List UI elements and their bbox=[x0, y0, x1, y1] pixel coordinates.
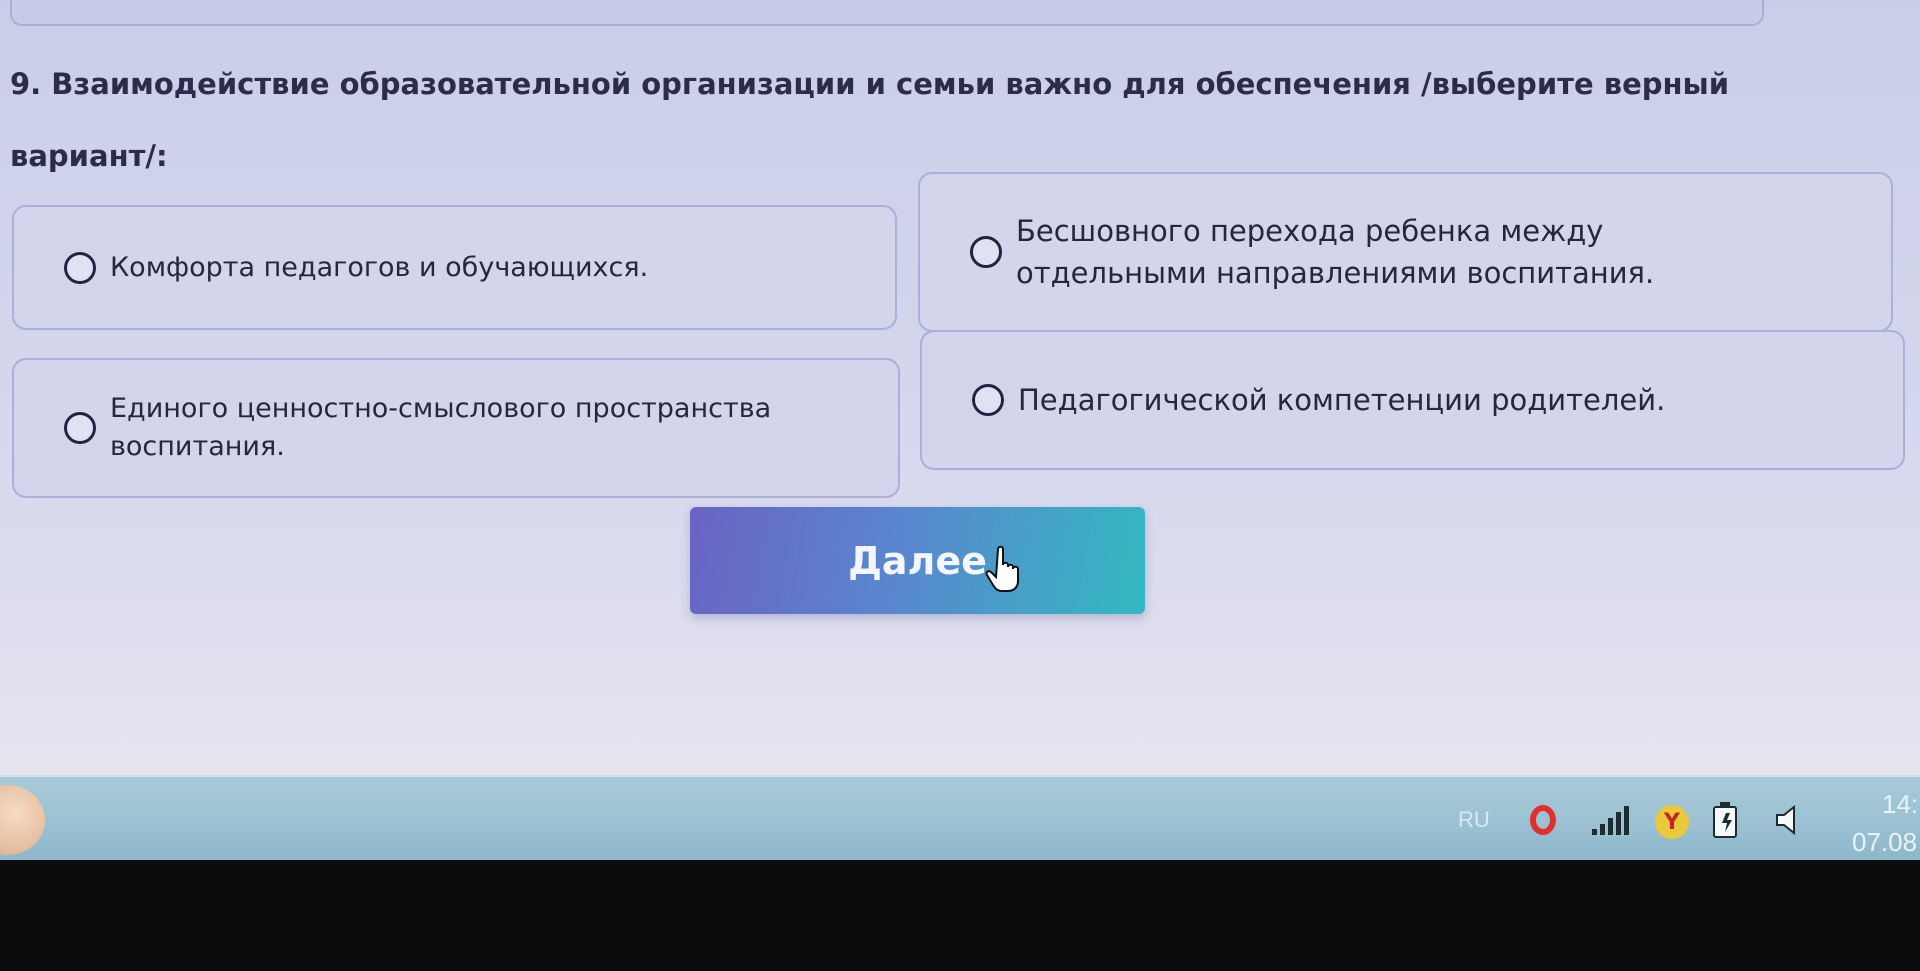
battery-icon[interactable] bbox=[1710, 801, 1742, 839]
answer-option-label: Единого ценностно-смыслового пространств… bbox=[110, 393, 772, 462]
radio-button[interactable] bbox=[64, 251, 96, 284]
answer-option-1[interactable]: Комфорта педагогов и обучающихся. bbox=[12, 205, 897, 330]
answer-option-4[interactable]: Педагогической компетенции родителей. bbox=[920, 330, 1905, 470]
taskbar: RU Y 14: 07.08 bbox=[0, 775, 1920, 862]
quiz-screen: 9. Взаимодействие образовательной органи… bbox=[0, 0, 1920, 775]
answer-option-3[interactable]: Единого ценностно-смыслового пространств… bbox=[12, 358, 900, 498]
monitor-bezel bbox=[0, 860, 1920, 971]
previous-block-edge bbox=[10, 0, 1764, 26]
question-text: 9. Взаимодействие образовательной органи… bbox=[10, 67, 1730, 173]
yandex-browser-icon[interactable]: Y bbox=[1655, 805, 1689, 839]
speaker-icon[interactable] bbox=[1775, 805, 1801, 835]
radio-button[interactable] bbox=[972, 384, 1004, 416]
answer-option-label: Педагогической компетенции родителей. bbox=[1018, 383, 1666, 417]
answer-option-label: Бесшовного перехода ребенка между отдель… bbox=[1016, 214, 1655, 290]
hand-pointer-icon bbox=[985, 545, 1019, 592]
clock-time[interactable]: 14: bbox=[1882, 789, 1918, 820]
language-indicator[interactable]: RU bbox=[1458, 807, 1490, 833]
next-button[interactable]: Далее bbox=[690, 507, 1145, 614]
opera-icon[interactable] bbox=[1530, 805, 1556, 835]
next-button-label: Далее bbox=[848, 538, 987, 583]
start-button[interactable] bbox=[0, 785, 45, 855]
radio-button[interactable] bbox=[970, 236, 1002, 268]
answer-option-label: Комфорта педагогов и обучающихся. bbox=[110, 251, 649, 283]
signal-bars-icon[interactable] bbox=[1590, 805, 1630, 837]
radio-button[interactable] bbox=[64, 412, 96, 444]
answer-option-2[interactable]: Бесшовного перехода ребенка между отдель… bbox=[918, 172, 1893, 332]
clock-date[interactable]: 07.08 bbox=[1852, 827, 1917, 858]
